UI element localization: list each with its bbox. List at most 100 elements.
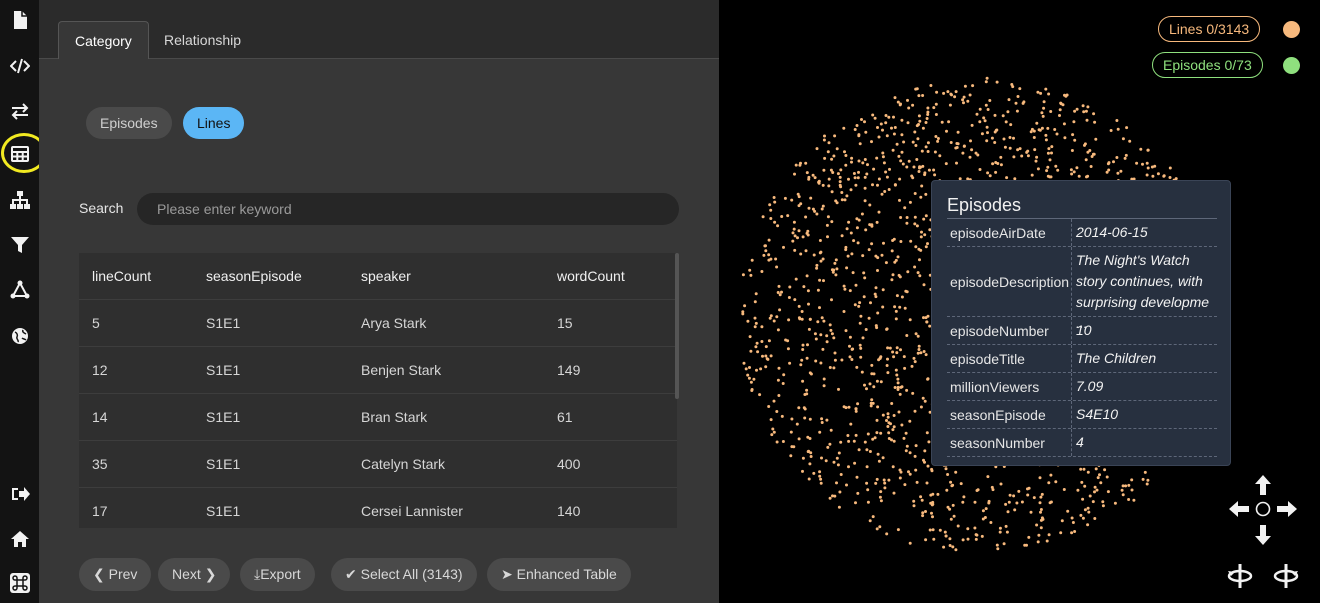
graph-node[interactable]: [913, 454, 917, 458]
graph-node[interactable]: [764, 345, 768, 349]
rotate-right-icon[interactable]: [1272, 562, 1300, 590]
graph-node[interactable]: [1086, 470, 1090, 474]
graph-node[interactable]: [876, 126, 879, 129]
graph-node[interactable]: [962, 95, 966, 99]
graph-node[interactable]: [876, 452, 880, 456]
graph-node[interactable]: [845, 266, 849, 270]
graph-node[interactable]: [747, 376, 751, 380]
graph-node[interactable]: [1036, 90, 1040, 94]
graph-node[interactable]: [870, 372, 874, 376]
graph-node[interactable]: [800, 317, 804, 321]
graph-node[interactable]: [896, 377, 900, 381]
graph-node[interactable]: [799, 252, 803, 256]
graph-node[interactable]: [882, 478, 886, 482]
graph-node[interactable]: [748, 366, 751, 369]
graph-node[interactable]: [1107, 161, 1111, 165]
graph-node[interactable]: [776, 291, 780, 294]
graph-node[interactable]: [879, 499, 883, 503]
graph-node[interactable]: [1015, 501, 1019, 505]
graph-node[interactable]: [809, 196, 813, 200]
graph-node[interactable]: [978, 107, 982, 111]
graph-node[interactable]: [871, 183, 874, 187]
graph-node[interactable]: [962, 495, 966, 499]
graph-node[interactable]: [961, 151, 965, 155]
graph-node[interactable]: [1103, 468, 1107, 472]
graph-node[interactable]: [868, 450, 872, 453]
graph-node[interactable]: [895, 142, 899, 146]
graph-node[interactable]: [741, 273, 745, 277]
network-icon[interactable]: [0, 275, 39, 305]
graph-node[interactable]: [918, 119, 922, 123]
graph-node[interactable]: [854, 433, 858, 437]
graph-node[interactable]: [893, 386, 897, 389]
graph-node[interactable]: [1130, 488, 1134, 492]
graph-node[interactable]: [879, 122, 883, 126]
graph-node[interactable]: [862, 295, 866, 299]
graph-node[interactable]: [848, 355, 852, 359]
graph-node[interactable]: [857, 448, 861, 452]
table-scrollbar[interactable]: [675, 253, 679, 399]
export-button[interactable]: ⤓Export: [240, 558, 315, 591]
column-header[interactable]: seasonEpisode: [206, 253, 302, 300]
graph-node[interactable]: [963, 84, 967, 88]
graph-node[interactable]: [944, 162, 948, 166]
graph-node[interactable]: [969, 139, 972, 143]
graph-node[interactable]: [1032, 496, 1036, 500]
graph-node[interactable]: [881, 456, 885, 460]
graph-node[interactable]: [892, 414, 896, 417]
graph-node[interactable]: [885, 532, 889, 536]
graph-node[interactable]: [894, 368, 898, 372]
graph-node[interactable]: [831, 494, 834, 498]
graph-node[interactable]: [1094, 137, 1098, 141]
graph-node[interactable]: [767, 238, 771, 242]
graph-node[interactable]: [850, 358, 854, 361]
graph-node[interactable]: [801, 379, 805, 383]
graph-node[interactable]: [906, 270, 910, 274]
graph-node[interactable]: [1039, 91, 1043, 95]
graph-node[interactable]: [880, 253, 884, 257]
graph-node[interactable]: [1059, 531, 1063, 535]
graph-node[interactable]: [917, 94, 921, 98]
graph-node[interactable]: [848, 344, 851, 348]
graph-node[interactable]: [949, 92, 953, 96]
graph-node[interactable]: [796, 236, 799, 240]
graph-node[interactable]: [998, 530, 1002, 534]
graph-node[interactable]: [862, 271, 866, 275]
graph-node[interactable]: [808, 462, 812, 466]
graph-node[interactable]: [1081, 104, 1085, 108]
graph-node[interactable]: [819, 333, 823, 337]
graph-node[interactable]: [1141, 162, 1144, 166]
graph-node[interactable]: [935, 90, 939, 94]
legend-episodes-dot[interactable]: [1283, 57, 1300, 74]
graph-node[interactable]: [1060, 519, 1064, 523]
graph-node[interactable]: [1119, 169, 1123, 173]
graph-node[interactable]: [879, 380, 883, 384]
graph-node[interactable]: [981, 509, 985, 513]
graph-node[interactable]: [863, 186, 867, 190]
graph-node[interactable]: [867, 316, 871, 320]
graph-node[interactable]: [847, 439, 851, 443]
graph-node[interactable]: [835, 456, 839, 460]
graph-node[interactable]: [1026, 149, 1030, 153]
graph-node[interactable]: [854, 409, 858, 413]
graph-node[interactable]: [933, 150, 937, 154]
graph-node[interactable]: [928, 528, 932, 532]
graph-node[interactable]: [974, 151, 978, 155]
graph-node[interactable]: [1047, 92, 1051, 96]
logout-icon[interactable]: [0, 479, 39, 509]
graph-node[interactable]: [1044, 87, 1048, 91]
graph-node[interactable]: [1018, 147, 1022, 151]
graph-node[interactable]: [840, 191, 844, 194]
graph-node[interactable]: [926, 113, 930, 116]
graph-node[interactable]: [931, 528, 935, 532]
graph-node[interactable]: [793, 248, 797, 252]
graph-node[interactable]: [980, 132, 984, 136]
graph-node[interactable]: [899, 159, 903, 163]
graph-node[interactable]: [1153, 164, 1157, 168]
graph-node[interactable]: [1054, 164, 1058, 168]
graph-node[interactable]: [754, 321, 758, 325]
graph-node[interactable]: [819, 259, 823, 263]
graph-node[interactable]: [748, 268, 752, 272]
graph-node[interactable]: [860, 212, 864, 216]
graph-node[interactable]: [1116, 127, 1120, 131]
